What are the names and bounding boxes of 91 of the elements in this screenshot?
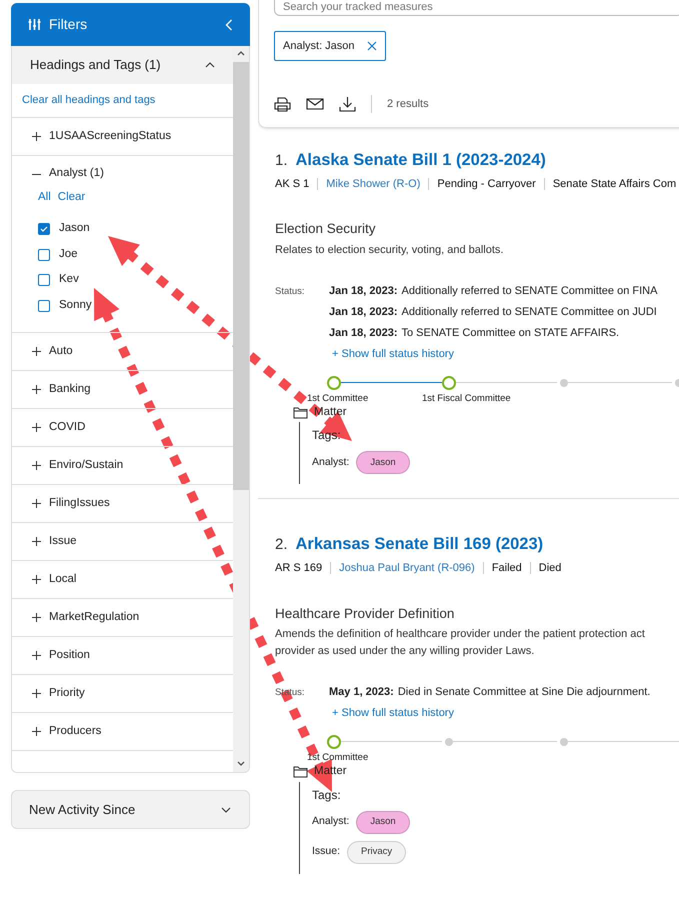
plus-icon [32,461,41,470]
option-label: Jason [59,221,90,236]
filter-group-toggle[interactable]: Auto [12,333,233,370]
status-history-link[interactable]: + Show full status history [332,346,658,362]
mail-icon[interactable] [306,98,324,110]
bill-meta: Pending - Carryover [437,176,536,192]
checkbox[interactable] [38,300,50,312]
result-number: 2. [275,535,288,556]
plus-icon [32,537,41,546]
status-date: Jan 18, 2023: [329,284,398,298]
clear-all-link[interactable]: Clear all headings and tags [22,92,156,109]
section-header[interactable]: Headings and Tags (1) [12,46,233,84]
sponsor-link[interactable]: Joshua Paul Bryant (R-096) [339,560,475,576]
filter-group-toggle[interactable]: Producers [12,713,233,750]
summary-text: Amends the definition of healthcare provider under the patient protection act provider as used under the any willing provider Laws. [275,626,646,659]
filter-link[interactable]: All [38,189,51,206]
chevron-icon [205,62,215,68]
plus-icon [32,689,41,698]
tag-category: Analyst: [312,814,350,830]
filter-group-toggle[interactable]: FilingIssues [12,485,233,522]
filter-group-toggle[interactable]: Priority [12,675,233,712]
filter-group-toggle[interactable]: Issue [12,523,233,560]
plus-icon [32,727,41,736]
plus-icon [32,385,41,394]
bill-meta: Died [538,561,562,576]
filter-link[interactable]: Clear [58,189,86,206]
status-label: Status: [275,284,306,298]
plus-icon [32,347,41,356]
plus-icon [32,499,41,508]
plus-icon [32,613,41,622]
timeline-label: 1st Committee [307,392,368,406]
bill-title-link[interactable]: Alaska Senate Bill 1 (2023-2024) [296,148,546,173]
tag-pill: Privacy [347,840,406,864]
timeline-label: 1st Fiscal Committee [422,392,511,406]
filter-group-toggle[interactable]: Analyst (1) [12,156,233,192]
chevron-icon [221,806,231,812]
plus-icon [32,132,41,141]
results-count: 2 results [387,96,429,112]
filter-group-toggle[interactable]: Local [12,561,233,598]
collapse-chevron-icon[interactable] [225,18,233,30]
folder-icon [293,406,308,420]
status-date: Jan 18, 2023: [329,326,398,340]
tag-category: Issue: [312,844,340,860]
plus-icon [32,423,41,432]
filters-title: Filters [49,15,88,34]
filter-group-toggle[interactable]: Banking [12,371,233,408]
bill-meta: Failed [492,561,522,576]
filter-group-toggle[interactable]: MarketRegulation [12,599,233,636]
plus-icon [32,575,41,584]
option-label: Joe [59,246,78,262]
tag-category: Analyst: [312,454,350,470]
summary-text: Relates to election security, voting, and ballots. [275,242,504,258]
status-date: Jan 18, 2023: [329,304,398,320]
option-label: Kev [59,272,79,288]
filter-chip[interactable]: Analyst: Jason [274,31,386,61]
bill-meta: Senate State Affairs Com [552,176,676,192]
tags-label: Tags: [312,786,342,804]
checkbox[interactable] [38,274,50,286]
search-field[interactable]: Search your tracked measures [274,0,679,16]
option-label: Sonny [59,298,92,313]
status-text: Additionally referred to SENATE Committee on JUDI [402,304,657,320]
print-icon[interactable] [274,96,291,112]
filter-group-toggle[interactable]: COVID [12,409,233,446]
sliders-icon [28,18,41,31]
result-number: 1. [275,151,288,171]
new-activity-dropdown[interactable]: New Activity Since [11,790,250,829]
checkbox[interactable] [38,248,50,260]
topic-heading: Healthcare Provider Definition [275,604,456,622]
status-text: Died in Senate Committee at Sine Die adjournment. [398,684,650,700]
tag-pill: Jason [356,451,410,474]
check-icon [40,226,48,232]
status-history-link[interactable]: + Show full status history [332,704,650,722]
bill-title-link[interactable]: Arkansas Senate Bill 169 (2023) [296,532,544,557]
filter-group-toggle[interactable]: 1USAAScreeningStatus [12,118,233,155]
status-date: May 1, 2023: [329,684,394,700]
close-icon[interactable] [366,41,377,51]
filter-group-toggle[interactable]: Enviro/Sustain [12,447,233,484]
status-text: Additionally referred to SENATE Committee on FINA [402,284,658,298]
tag-pill: Jason [356,810,410,834]
download-icon[interactable] [339,96,356,112]
timeline-label: 1st Committee [307,751,368,766]
scrollbar[interactable] [233,46,249,772]
folder-icon [293,765,308,778]
checkbox[interactable] [38,223,50,235]
bill-meta: AK S 1 [275,176,310,192]
bill-meta: AR S 169 [275,561,322,576]
filter-group-toggle[interactable]: Position [12,637,233,674]
topic-heading: Election Security [275,220,377,238]
plus-icon [32,651,41,660]
status-text: To SENATE Committee on STATE AFFAIRS. [402,326,620,340]
sponsor-link[interactable]: Mike Shower (R-O) [326,176,420,192]
